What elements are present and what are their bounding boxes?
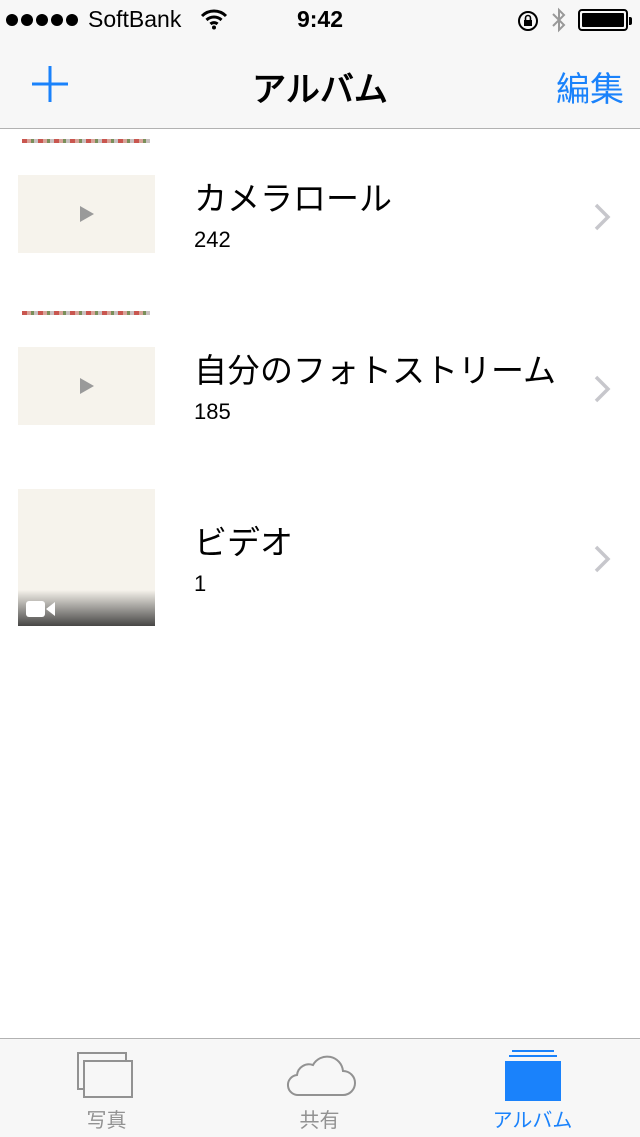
tab-bar: 写真 共有 アルバム <box>0 1038 640 1137</box>
photos-icon <box>77 1052 133 1098</box>
battery-icon <box>578 9 632 31</box>
rotation-lock-icon <box>518 11 538 31</box>
tab-label: アルバム <box>492 1108 573 1132</box>
albums-icon <box>505 1050 561 1101</box>
navigation-bar: アルバム 編集 <box>0 40 640 129</box>
video-camera-icon <box>26 601 55 617</box>
album-count: 185 <box>194 399 231 424</box>
album-title: ビデオ <box>194 523 293 562</box>
chevron-right-icon <box>594 545 611 573</box>
signal-strength-icon <box>6 14 78 26</box>
album-row-camera-roll[interactable]: カメラロール 242 <box>0 130 640 300</box>
bluetooth-icon <box>552 7 566 33</box>
album-stack-edge <box>22 311 150 315</box>
tab-label: 共有 <box>299 1108 340 1132</box>
album-row-videos[interactable]: ビデオ 1 <box>0 474 640 644</box>
album-thumbnail <box>18 347 155 425</box>
wifi-icon <box>200 9 228 30</box>
album-count: 242 <box>194 227 231 252</box>
tab-label: 写真 <box>86 1108 127 1132</box>
carrier-name: SoftBank <box>88 6 182 32</box>
chevron-right-icon <box>594 203 611 231</box>
album-title: カメラロール <box>194 179 392 218</box>
chevron-right-icon <box>594 375 611 403</box>
page-title: アルバム <box>252 70 388 110</box>
tab-shared[interactable]: 共有 <box>213 1039 426 1137</box>
tab-albums[interactable]: アルバム <box>426 1039 639 1137</box>
status-bar: SoftBank 9:42 <box>0 0 640 40</box>
edit-button[interactable]: 編集 <box>556 62 624 111</box>
album-thumbnail <box>18 489 155 626</box>
album-title: 自分のフォトストリーム <box>194 351 557 390</box>
album-row-my-photo-stream[interactable]: 自分のフォトストリーム 185 <box>0 302 640 472</box>
cloud-icon <box>287 1055 356 1097</box>
play-icon <box>80 378 94 394</box>
tab-photos[interactable]: 写真 <box>0 1039 213 1137</box>
plus-icon[interactable] <box>30 64 70 104</box>
album-thumbnail <box>18 175 155 253</box>
play-icon <box>80 206 94 222</box>
album-count: 1 <box>194 571 207 596</box>
album-stack-edge <box>22 139 150 143</box>
